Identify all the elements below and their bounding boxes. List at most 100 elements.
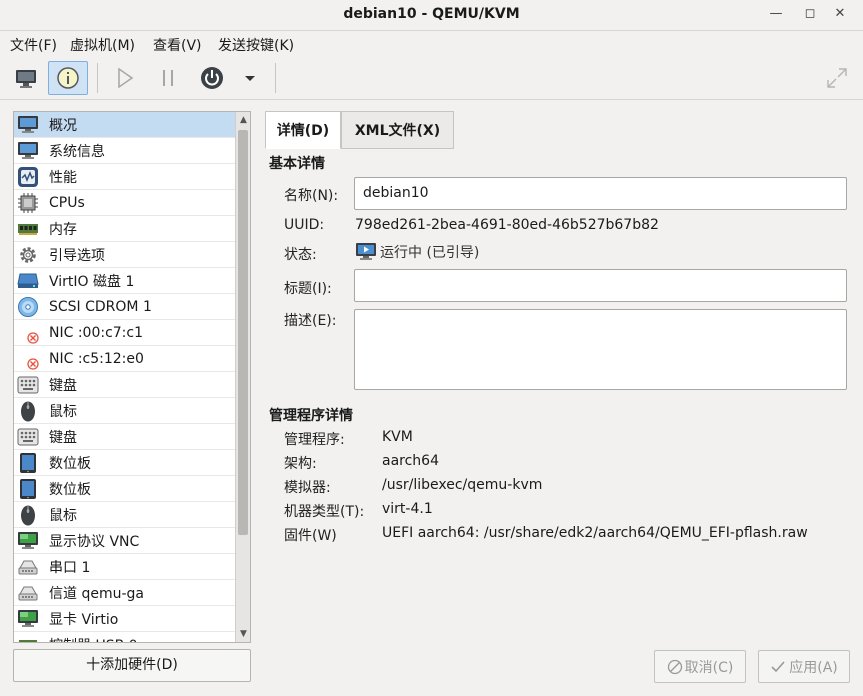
hardware-list-item[interactable]: 性能 bbox=[14, 164, 236, 190]
cancel-label: 取消(C) bbox=[684, 659, 734, 676]
pause-button[interactable] bbox=[148, 61, 188, 95]
tab-details[interactable]: 详情(D) bbox=[265, 111, 341, 149]
menu-send-key[interactable]: 发送按键(K) bbox=[218, 35, 294, 55]
scrollbar-thumb[interactable] bbox=[238, 130, 248, 535]
hardware-list-item[interactable]: NIC :00:c7:c1 bbox=[14, 320, 236, 346]
name-field[interactable]: debian10 bbox=[354, 177, 847, 210]
minimize-icon: — bbox=[769, 6, 783, 21]
hardware-list-item[interactable]: 信道 qemu-ga bbox=[14, 580, 236, 606]
run-button[interactable] bbox=[105, 61, 145, 95]
hypervisor-row-label: 固件(W) bbox=[284, 528, 337, 544]
performance-icon bbox=[17, 166, 39, 188]
memory-icon bbox=[17, 218, 39, 240]
hypervisor-row-label: 机器类型(T): bbox=[284, 504, 365, 520]
hardware-list-item[interactable]: 键盘 bbox=[14, 424, 236, 450]
menu-vm[interactable]: 虚拟机(M) bbox=[70, 35, 135, 55]
close-button[interactable]: ✕ bbox=[829, 4, 851, 24]
apply-button[interactable]: 应用(A) bbox=[758, 650, 850, 683]
tablet-icon bbox=[17, 478, 39, 500]
hardware-list-item[interactable]: 显示协议 VNC bbox=[14, 528, 236, 554]
hardware-list-item-label: NIC :c5:12:e0 bbox=[49, 350, 144, 367]
hardware-list-item-label: VirtIO 磁盘 1 bbox=[49, 273, 135, 290]
play-icon bbox=[118, 67, 134, 89]
hardware-list-item-label: 数位板 bbox=[49, 481, 91, 498]
window-titlebar: debian10 - QEMU/KVM — ◻ ✕ bbox=[0, 0, 863, 31]
hypervisor-row-value: virt-4.1 bbox=[382, 501, 433, 517]
serial-icon bbox=[17, 556, 39, 578]
maximize-button[interactable]: ◻ bbox=[799, 4, 821, 24]
hardware-list-item[interactable]: CPUs bbox=[14, 190, 236, 216]
hardware-list-item-label: 鼠标 bbox=[49, 403, 77, 420]
hardware-list-item[interactable]: 数位板 bbox=[14, 450, 236, 476]
hardware-list-item[interactable]: SCSI CDROM 1 bbox=[14, 294, 236, 320]
title-field[interactable] bbox=[354, 269, 847, 302]
cancel-button[interactable]: 取消(C) bbox=[654, 650, 746, 683]
uuid-label: UUID: bbox=[284, 217, 325, 233]
pause-icon bbox=[163, 70, 173, 86]
hypervisor-row-label: 管理程序: bbox=[284, 432, 345, 448]
keyboard-icon bbox=[17, 426, 39, 448]
chevron-down-icon bbox=[245, 76, 255, 81]
hardware-list-item[interactable]: 数位板 bbox=[14, 476, 236, 502]
hardware-list-item[interactable]: NIC :c5:12:e0 bbox=[14, 346, 236, 372]
toolbar-separator bbox=[275, 63, 276, 93]
scroll-down-icon[interactable]: ▼ bbox=[236, 626, 250, 642]
nic-error-icon bbox=[17, 348, 39, 370]
hardware-list-item-label: 显卡 Virtio bbox=[49, 611, 119, 628]
hardware-list-item[interactable]: 鼠标 bbox=[14, 502, 236, 528]
mouse-icon bbox=[17, 504, 39, 526]
menu-view[interactable]: 查看(V) bbox=[153, 35, 202, 55]
hardware-list-item[interactable]: 引导选项 bbox=[14, 242, 236, 268]
hypervisor-row-label: 模拟器: bbox=[284, 480, 331, 496]
status-value: 运行中 (已引导) bbox=[380, 245, 480, 261]
hardware-list-item[interactable]: 显卡 Virtio bbox=[14, 606, 236, 632]
fullscreen-button[interactable] bbox=[817, 61, 857, 95]
hardware-list-item-label: 鼠标 bbox=[49, 507, 77, 524]
add-hardware-button[interactable]: 十添加硬件(D) bbox=[13, 649, 251, 682]
maximize-icon: ◻ bbox=[804, 6, 816, 21]
description-label: 描述(E): bbox=[284, 313, 337, 329]
hypervisor-row-label: 架构: bbox=[284, 456, 317, 472]
console-button[interactable] bbox=[6, 61, 46, 95]
description-field[interactable] bbox=[354, 309, 847, 390]
hardware-list-item[interactable]: 控制器 USB 0 bbox=[14, 632, 236, 642]
hardware-list-item-label: 键盘 bbox=[49, 429, 77, 446]
apply-label: 应用(A) bbox=[789, 659, 838, 676]
status-value-group: 运行中 (已引导) bbox=[355, 242, 479, 262]
shutdown-button[interactable] bbox=[192, 61, 232, 95]
details-button[interactable] bbox=[48, 61, 88, 95]
hardware-list-item[interactable]: 概况 bbox=[14, 112, 236, 138]
hardware-list-item-label: 键盘 bbox=[49, 377, 77, 394]
power-icon bbox=[201, 67, 223, 89]
minimize-button[interactable]: — bbox=[765, 4, 787, 24]
keyboard-icon bbox=[17, 374, 39, 396]
cpu-icon bbox=[17, 192, 39, 214]
hardware-list-item-label: 显示协议 VNC bbox=[49, 533, 140, 550]
hardware-list-item[interactable]: 内存 bbox=[14, 216, 236, 242]
hardware-list[interactable]: 控制器 USB 0 显卡 Virtio 信道 qemu-ga 串口 1 显示协议 VNC… bbox=[13, 111, 251, 643]
menu-file[interactable]: 文件(F) bbox=[10, 35, 57, 55]
tab-xml[interactable]: XML文件(X) bbox=[341, 111, 454, 149]
name-label: 名称(N): bbox=[284, 188, 339, 204]
hardware-list-scrollbar[interactable]: ▲ ▼ bbox=[235, 112, 250, 642]
hardware-list-item-label: 内存 bbox=[49, 221, 77, 238]
hardware-list-item-label: CPUs bbox=[49, 194, 85, 211]
hardware-list-item[interactable]: 串口 1 bbox=[14, 554, 236, 580]
shutdown-menu-button[interactable] bbox=[236, 61, 264, 95]
hardware-list-item[interactable]: 键盘 bbox=[14, 372, 236, 398]
toolbar bbox=[0, 57, 863, 100]
checkmark-icon bbox=[771, 660, 785, 672]
hardware-list-item[interactable]: 鼠标 bbox=[14, 398, 236, 424]
hardware-list-item-label: 引导选项 bbox=[49, 247, 105, 264]
window-title: debian10 - QEMU/KVM bbox=[343, 6, 520, 22]
hardware-list-item[interactable]: 系统信息 bbox=[14, 138, 236, 164]
display-icon bbox=[17, 530, 39, 552]
tablet-icon bbox=[17, 452, 39, 474]
scroll-up-icon[interactable]: ▲ bbox=[236, 112, 250, 128]
basic-details-heading: 基本详情 bbox=[269, 156, 325, 172]
hardware-list-item-label: NIC :00:c7:c1 bbox=[49, 324, 144, 341]
controller-icon bbox=[17, 634, 39, 642]
hardware-list-item[interactable]: VirtIO 磁盘 1 bbox=[14, 268, 236, 294]
info-icon bbox=[57, 67, 79, 89]
hardware-list-item-label: SCSI CDROM 1 bbox=[49, 298, 152, 315]
